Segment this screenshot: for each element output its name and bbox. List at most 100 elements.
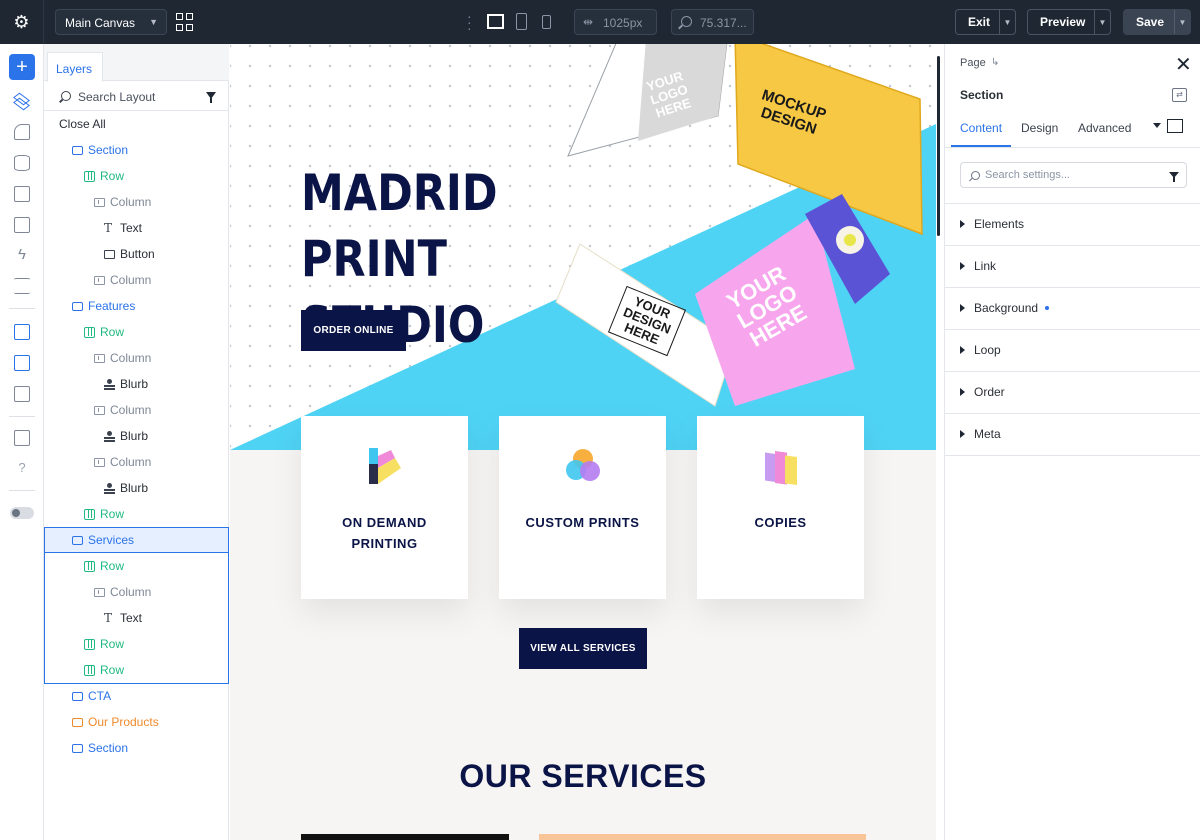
layer-item-row[interactable]: Row bbox=[44, 163, 229, 189]
layer-item-label: CTA bbox=[88, 689, 112, 703]
add-element-button[interactable]: + bbox=[9, 54, 35, 80]
phone-view-icon[interactable] bbox=[542, 15, 551, 29]
group-order[interactable]: Order bbox=[945, 372, 1200, 414]
exit-button[interactable]: Exit ▼ bbox=[955, 9, 1016, 35]
layer-item-column[interactable]: Column bbox=[44, 189, 229, 215]
layer-item-row[interactable]: Row bbox=[44, 657, 229, 683]
layer-item-blurb[interactable]: Blurb bbox=[44, 371, 229, 397]
canvas-select[interactable]: Main Canvas ▼ bbox=[55, 9, 167, 35]
layers-panel: Layers Search Layout Close All Section Ro… bbox=[44, 44, 229, 840]
row-layer-icon bbox=[84, 508, 95, 520]
filter-icon[interactable] bbox=[206, 92, 216, 103]
layers-icon[interactable] bbox=[13, 92, 30, 111]
hero-section[interactable]: YOUR LOGO HERE MOCKUP DESIGN YOUR DESIGN… bbox=[230, 44, 936, 450]
layer-item-blurb[interactable]: Blurb bbox=[44, 475, 229, 501]
settings-search[interactable]: Search settings... bbox=[960, 162, 1187, 188]
tab-layers[interactable]: Layers bbox=[47, 52, 103, 82]
layer-item-column[interactable]: Column bbox=[44, 267, 229, 293]
form-icon[interactable] bbox=[14, 186, 30, 202]
shapes-icon[interactable] bbox=[14, 124, 30, 140]
zoom-field[interactable]: 75.317... bbox=[671, 9, 754, 35]
feature-card-copies[interactable]: COPIES bbox=[697, 416, 864, 599]
order-online-button[interactable]: ORDER ONLINE bbox=[301, 310, 406, 351]
template-history-icon[interactable] bbox=[14, 386, 30, 402]
text-layer-icon: T bbox=[104, 611, 113, 625]
group-elements[interactable]: Elements bbox=[945, 204, 1200, 246]
layer-item-text[interactable]: T Text bbox=[44, 605, 229, 631]
close-icon[interactable]: ✕ bbox=[1175, 52, 1192, 77]
rail-divider bbox=[9, 308, 35, 309]
expand-panel-icon[interactable] bbox=[1167, 119, 1183, 133]
layer-item-column[interactable]: Column bbox=[44, 579, 229, 605]
database-icon[interactable] bbox=[14, 155, 30, 171]
save-dropdown-icon[interactable]: ▼ bbox=[1174, 10, 1190, 34]
layer-item-row[interactable]: Row bbox=[44, 501, 229, 527]
feature-card-custom-prints[interactable]: CUSTOM PRINTS bbox=[499, 416, 666, 599]
preview-dropdown-icon[interactable]: ▼ bbox=[1094, 10, 1110, 34]
grid-view-icon[interactable] bbox=[176, 13, 194, 31]
layers-search-input[interactable]: Search Layout bbox=[78, 90, 155, 104]
group-meta[interactable]: Meta bbox=[945, 414, 1200, 456]
pages-icon[interactable] bbox=[14, 217, 30, 233]
breadcrumb[interactable]: Page bbox=[960, 57, 986, 69]
save-button[interactable]: Save ▼ bbox=[1123, 9, 1191, 35]
layer-item-section[interactable]: Section bbox=[44, 137, 229, 163]
layer-item-text[interactable]: T Text bbox=[44, 215, 229, 241]
caret-right-icon bbox=[960, 388, 965, 396]
layer-item-label: Our Products bbox=[88, 715, 159, 729]
bolt-icon[interactable]: ϟ bbox=[14, 247, 30, 263]
save-label: Save bbox=[1136, 15, 1165, 29]
canvas-scrollbar[interactable] bbox=[937, 56, 940, 236]
layer-item-section[interactable]: CTA bbox=[44, 683, 229, 709]
settings-tabs: Content Design Advanced bbox=[945, 110, 1200, 148]
zoom-value: 75.317... bbox=[700, 16, 747, 30]
tabs-more-icon[interactable] bbox=[1153, 123, 1161, 128]
layer-item-section[interactable]: Services bbox=[44, 527, 229, 553]
group-link[interactable]: Link bbox=[945, 246, 1200, 288]
tablet-view-icon[interactable] bbox=[516, 13, 527, 30]
layout-icon[interactable] bbox=[14, 430, 30, 446]
filter-icon[interactable] bbox=[1169, 172, 1179, 182]
tab-design[interactable]: Design bbox=[1021, 121, 1058, 135]
mode-toggle-icon[interactable] bbox=[10, 507, 34, 519]
select-pointer-icon[interactable] bbox=[14, 324, 30, 340]
layer-item-column[interactable]: Column bbox=[44, 397, 229, 423]
settings-search-input[interactable]: Search settings... bbox=[985, 169, 1070, 181]
view-all-services-button[interactable]: VIEW ALL SERVICES bbox=[519, 628, 647, 669]
drag-handle-icon[interactable]: · · · bbox=[467, 9, 473, 35]
layer-item-button[interactable]: Button bbox=[44, 241, 229, 267]
exit-dropdown-icon[interactable]: ▼ bbox=[999, 10, 1015, 34]
page-canvas[interactable]: YOUR LOGO HERE MOCKUP DESIGN YOUR DESIGN… bbox=[230, 44, 936, 840]
feature-card-on-demand[interactable]: ON DEMAND PRINTING bbox=[301, 416, 468, 599]
layer-item-section[interactable]: Features bbox=[44, 293, 229, 319]
preview-button[interactable]: Preview ▼ bbox=[1027, 9, 1111, 35]
layer-item-row[interactable]: Row bbox=[44, 553, 229, 579]
layer-item-column[interactable]: Column bbox=[44, 345, 229, 371]
desktop-view-icon[interactable] bbox=[487, 14, 504, 29]
gear-icon[interactable]: ⚙ bbox=[0, 0, 44, 44]
canvas-select-label: Main Canvas bbox=[65, 16, 136, 30]
help-icon[interactable]: ? bbox=[14, 460, 30, 476]
layer-item-label: Blurb bbox=[120, 429, 149, 443]
tab-advanced[interactable]: Advanced bbox=[1078, 121, 1131, 135]
layer-item-column[interactable]: Column bbox=[44, 449, 229, 475]
group-loop[interactable]: Loop bbox=[945, 330, 1200, 372]
layer-item-label: Row bbox=[100, 169, 125, 183]
multi-select-icon[interactable] bbox=[14, 355, 30, 371]
chevron-down-icon: ▼ bbox=[149, 17, 158, 27]
close-all-link[interactable]: Close All bbox=[44, 111, 229, 137]
layer-item-row[interactable]: Row bbox=[44, 631, 229, 657]
hero-title-line1: MADRID PRINT bbox=[301, 164, 498, 288]
layer-item-row[interactable]: Row bbox=[44, 319, 229, 345]
layer-item-blurb[interactable]: Blurb bbox=[44, 423, 229, 449]
canvas-width-field[interactable]: ⇹ 1025px bbox=[574, 9, 657, 35]
layer-item-section[interactable]: Section bbox=[44, 735, 229, 761]
group-background[interactable]: Background bbox=[945, 288, 1200, 330]
layer-item-label: Section bbox=[88, 143, 129, 157]
tab-content[interactable]: Content bbox=[960, 121, 1002, 135]
sliders-icon[interactable] bbox=[14, 278, 30, 294]
layers-search[interactable]: Search Layout bbox=[44, 81, 229, 111]
our-services-heading[interactable]: OUR SERVICES bbox=[230, 758, 936, 795]
swap-icon[interactable]: ⇄ bbox=[1172, 88, 1187, 102]
layer-item-section-orange[interactable]: Our Products bbox=[44, 709, 229, 735]
